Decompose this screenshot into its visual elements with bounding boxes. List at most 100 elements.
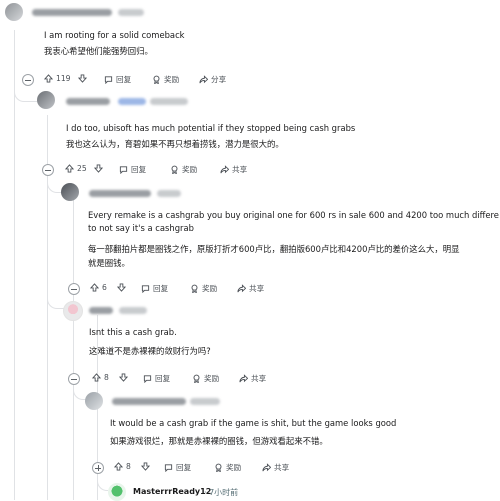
comment-text-zh-line1: 每一部翻拍片都是圈钱之作，原版打折才600卢比，翻拍版600卢比和4200卢比的… bbox=[88, 244, 460, 254]
share-icon bbox=[262, 463, 271, 472]
award-button[interactable]: 奖励 bbox=[152, 74, 179, 85]
timestamp-blurred bbox=[190, 398, 220, 405]
award-button[interactable]: 奖励 bbox=[190, 283, 217, 294]
reply-label: 回复 bbox=[153, 284, 169, 293]
share-button[interactable]: 分享 bbox=[199, 74, 226, 85]
downvote-button[interactable] bbox=[78, 74, 87, 83]
reply-button[interactable]: 回复 bbox=[104, 74, 131, 85]
reply-button[interactable]: 回复 bbox=[141, 283, 168, 294]
reply-label: 回复 bbox=[131, 165, 147, 174]
avatar[interactable] bbox=[61, 183, 79, 201]
timestamp-blurred bbox=[157, 190, 181, 197]
upvote-icon bbox=[90, 283, 99, 292]
reply-icon bbox=[164, 464, 173, 472]
share-icon bbox=[237, 284, 246, 293]
avatar[interactable] bbox=[108, 483, 126, 501]
comment-text-en: Isnt this a cash grab. bbox=[89, 327, 177, 337]
downvote-button[interactable] bbox=[117, 283, 126, 292]
author-name-blurred[interactable] bbox=[89, 307, 113, 314]
comment-text-en-line1: Every remake is a cashgrab you buy origi… bbox=[88, 210, 499, 220]
reply-button[interactable]: 回复 bbox=[119, 164, 146, 175]
share-label: 共享 bbox=[249, 284, 265, 293]
award-button[interactable]: 奖励 bbox=[214, 462, 241, 473]
avatar[interactable] bbox=[85, 392, 103, 410]
avatar[interactable] bbox=[37, 91, 55, 109]
author-name[interactable]: MasterrrReady12 bbox=[133, 487, 211, 496]
upvote-icon bbox=[114, 462, 123, 471]
avatar[interactable] bbox=[5, 3, 23, 21]
downvote-icon bbox=[119, 373, 128, 382]
award-icon bbox=[191, 284, 198, 293]
comment-text-zh: 这难道不是赤裸裸的敛财行为吗? bbox=[89, 346, 211, 356]
timestamp-blurred bbox=[118, 9, 144, 16]
collapse-icon[interactable] bbox=[22, 74, 34, 86]
vote-count: 25 bbox=[77, 164, 87, 173]
share-label: 共享 bbox=[251, 374, 267, 383]
thread-line-root bbox=[14, 30, 15, 500]
timestamp-blurred bbox=[150, 98, 188, 105]
reply-icon bbox=[143, 375, 152, 383]
upvote-icon bbox=[44, 74, 53, 83]
thread-branch bbox=[97, 476, 108, 491]
comment-text-en: I do too, ubisoft has much potential if … bbox=[66, 123, 356, 133]
upvote-button[interactable]: 119 bbox=[44, 74, 71, 83]
timestamp-blurred bbox=[119, 307, 147, 314]
thread-branch bbox=[47, 294, 64, 309]
reply-icon bbox=[104, 76, 113, 84]
reply-button[interactable]: 回复 bbox=[164, 462, 191, 473]
reply-button[interactable]: 回复 bbox=[143, 373, 170, 384]
vote-count: 8 bbox=[126, 462, 131, 471]
author-name-blurred[interactable] bbox=[32, 9, 112, 16]
vote-count: 8 bbox=[104, 373, 109, 382]
award-label: 奖励 bbox=[164, 75, 180, 84]
share-button[interactable]: 共享 bbox=[262, 462, 289, 473]
comment-text-zh-line2: 就是圈钱。 bbox=[88, 258, 130, 268]
upvote-button[interactable]: 25 bbox=[65, 164, 87, 173]
author-name-blurred[interactable] bbox=[89, 190, 151, 197]
vote-count: 6 bbox=[102, 283, 107, 292]
reply-label: 回复 bbox=[116, 75, 132, 84]
downvote-icon bbox=[78, 74, 87, 83]
collapse-icon[interactable] bbox=[42, 164, 54, 176]
share-button[interactable]: 共享 bbox=[220, 164, 247, 175]
collapse-icon[interactable] bbox=[68, 373, 80, 385]
downvote-button[interactable] bbox=[141, 462, 150, 471]
share-label: 共享 bbox=[274, 463, 290, 472]
thread-branch bbox=[47, 176, 62, 193]
reply-icon bbox=[119, 166, 128, 174]
comment-text-zh: 我也这么认为，育碧如果不再只想着捞钱，潜力是很大的。 bbox=[66, 139, 284, 149]
comment-text-zh: 我衷心希望他们能强势回归。 bbox=[44, 46, 153, 56]
share-icon bbox=[220, 165, 229, 174]
collapse-icon[interactable] bbox=[68, 283, 80, 295]
upvote-button[interactable]: 8 bbox=[92, 373, 109, 382]
comment-text-zh: 如果游戏很烂，那就是赤裸裸的圈钱，但游戏看起来不错。 bbox=[110, 436, 328, 446]
author-name-blurred[interactable] bbox=[66, 98, 110, 105]
upvote-icon bbox=[92, 373, 101, 382]
upvote-button[interactable]: 8 bbox=[114, 462, 131, 471]
award-icon bbox=[171, 165, 178, 174]
award-button[interactable]: 奖励 bbox=[192, 373, 219, 384]
downvote-button[interactable] bbox=[94, 164, 103, 173]
comment-text-en: I am rooting for a solid comeback bbox=[44, 30, 185, 40]
award-label: 奖励 bbox=[226, 463, 242, 472]
thread-branch bbox=[73, 385, 86, 400]
expand-icon[interactable] bbox=[92, 462, 104, 474]
author-name-blurred[interactable] bbox=[112, 398, 186, 405]
award-label: 奖励 bbox=[204, 374, 220, 383]
upvote-icon bbox=[65, 164, 74, 173]
downvote-button[interactable] bbox=[119, 373, 128, 382]
share-button[interactable]: 共享 bbox=[239, 373, 266, 384]
reply-label: 回复 bbox=[176, 463, 192, 472]
timestamp: · 7小时前 bbox=[204, 488, 239, 497]
share-icon bbox=[199, 75, 208, 84]
award-icon bbox=[215, 463, 222, 472]
upvote-button[interactable]: 6 bbox=[90, 283, 107, 292]
reply-label: 回复 bbox=[155, 374, 171, 383]
avatar[interactable] bbox=[63, 301, 83, 321]
share-button[interactable]: 共享 bbox=[237, 283, 264, 294]
flair-blurred bbox=[118, 98, 146, 105]
share-label: 分享 bbox=[211, 75, 227, 84]
award-button[interactable]: 奖励 bbox=[170, 164, 197, 175]
vote-count: 119 bbox=[56, 74, 71, 83]
downvote-icon bbox=[94, 164, 103, 173]
